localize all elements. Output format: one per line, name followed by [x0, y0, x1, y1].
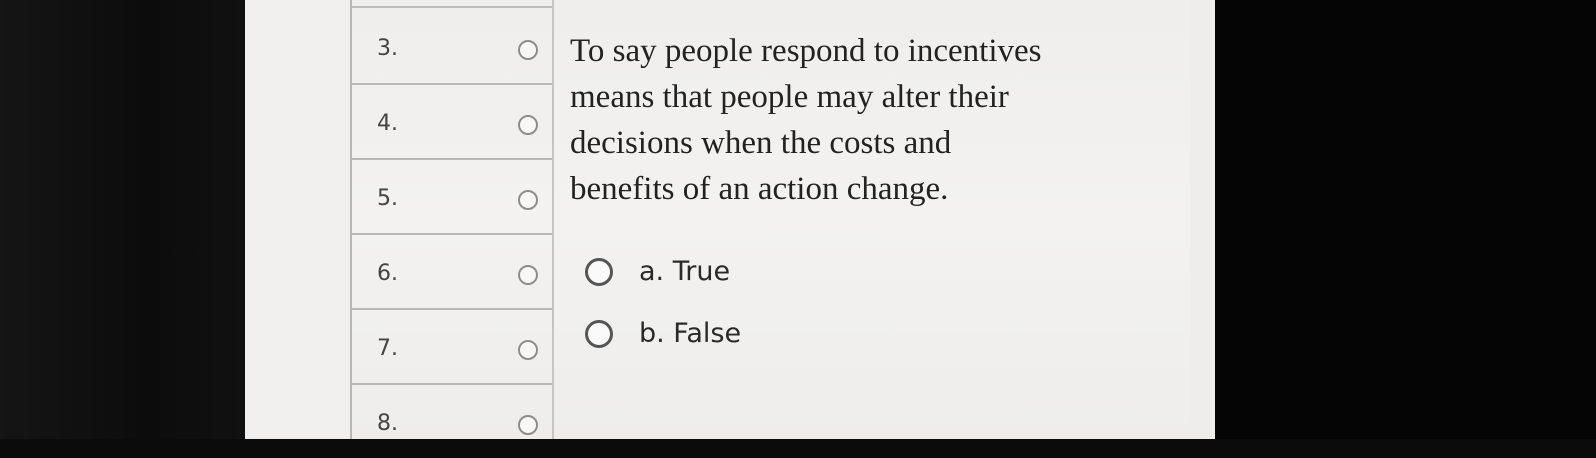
nav-item-6[interactable]: 6. [352, 233, 552, 310]
nav-item-number: 5. [377, 186, 398, 211]
quiz-screen: 3. 4. 5. 6. 7. 8. To say people respond … [245, 0, 1215, 439]
radio-icon[interactable] [585, 257, 613, 286]
nav-radio-icon[interactable] [518, 340, 538, 360]
question-text: To say people respond to incentives mean… [570, 28, 1130, 212]
left-gutter [245, 0, 350, 439]
nav-radio-icon[interactable] [518, 265, 538, 285]
nav-item-number: 4. [377, 111, 398, 136]
right-margin [1190, 0, 1215, 439]
nav-radio-icon[interactable] [518, 115, 538, 135]
question-navigator: 3. 4. 5. 6. 7. 8. [350, 0, 554, 439]
nav-radio-icon[interactable] [518, 190, 538, 210]
nav-item-number: 8. [377, 411, 398, 436]
nav-item-8[interactable]: 8. [352, 383, 552, 458]
answer-label: a. True [639, 256, 731, 287]
nav-item-number: 6. [377, 261, 398, 286]
question-panel: To say people respond to incentives mean… [550, 0, 1191, 439]
background-left [0, 0, 245, 439]
question-line: To say people respond to incentives [570, 33, 1042, 69]
nav-radio-icon[interactable] [518, 415, 538, 435]
nav-item-number: 3. [377, 36, 398, 61]
nav-item-7[interactable]: 7. [352, 308, 552, 385]
question-line: benefits of an action change. [570, 171, 949, 207]
question-line: decisions when the costs and [570, 125, 952, 161]
nav-item-4[interactable]: 4. [352, 83, 552, 160]
nav-item-3[interactable]: 3. [352, 8, 552, 85]
nav-item-5[interactable]: 5. [352, 158, 552, 235]
answer-option-true[interactable]: a. True [585, 256, 730, 287]
question-line: means that people may alter their [570, 79, 1009, 115]
answer-label: b. False [639, 318, 742, 349]
answer-option-false[interactable]: b. False [585, 318, 741, 349]
background-right [1215, 0, 1596, 439]
radio-icon[interactable] [585, 319, 613, 348]
nav-radio-icon[interactable] [518, 40, 538, 60]
nav-item-number: 7. [377, 336, 398, 361]
